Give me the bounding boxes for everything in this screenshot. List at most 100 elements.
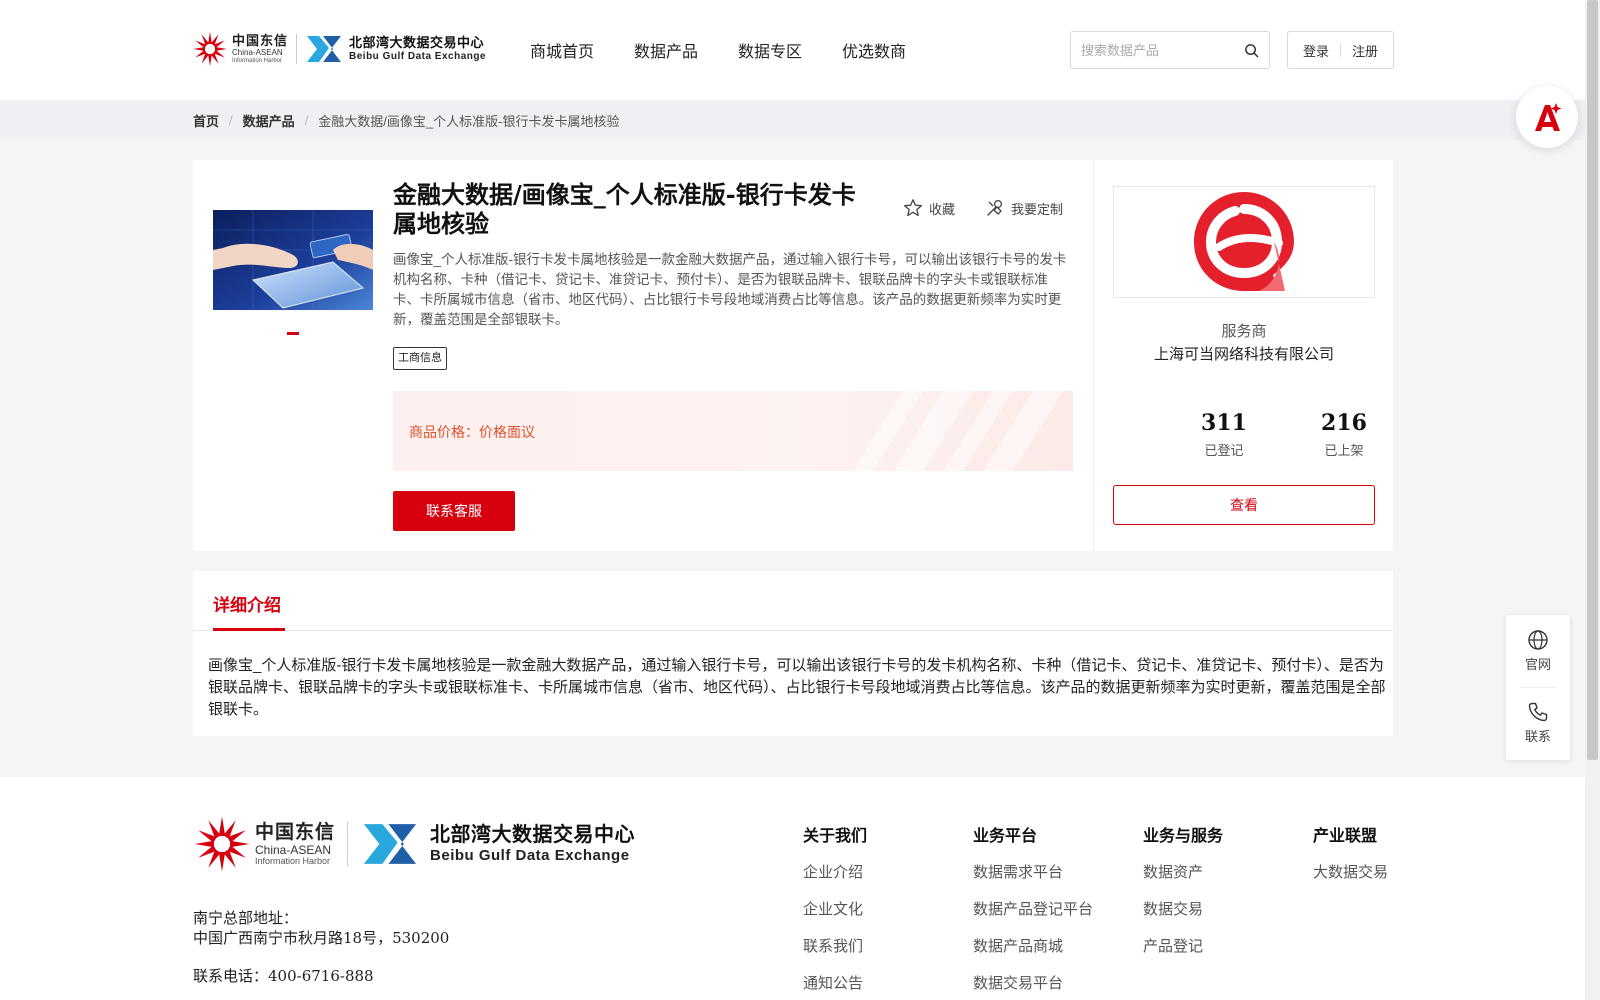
footer-ct-cn: 中国东信 [255, 821, 336, 843]
price-label: 商品价格： [409, 424, 479, 440]
footer-column-title: 业务平台 [973, 828, 1038, 845]
footer-beibu-icon [363, 824, 417, 864]
tab-active-indicator [213, 628, 285, 631]
product-description: 画像宝_个人标准版-银行卡发卡属地核验是一款金融大数据产品，通过输入银行卡号，可… [393, 252, 1067, 327]
customize-label: 我要定制 [1011, 201, 1064, 217]
product-tag: 工商信息 [393, 347, 447, 370]
breadcrumb-separator: / [304, 113, 309, 128]
float-divider [1520, 687, 1556, 688]
tab-detail[interactable]: 详细介绍 [213, 591, 281, 616]
listed-stat: 216 已上架 [1289, 410, 1399, 459]
breadcrumb-category[interactable]: 数据产品 [243, 111, 295, 130]
ct-logo-en2: Information Harbor [232, 58, 283, 64]
beibu-logo-icon [307, 36, 342, 62]
price-box: 商品价格：价格面议 [393, 391, 1073, 471]
listed-label: 已上架 [1324, 443, 1364, 458]
footer-link[interactable]: 数据需求平台 [973, 863, 1093, 883]
nav-item-data-zone[interactable]: 数据专区 [738, 38, 802, 62]
footer-beibu-cn: 北部湾大数据交易中心 [430, 824, 636, 846]
top-header: 中国东信 China-ASEAN Information Harbor 北部湾大… [0, 0, 1585, 100]
search-input[interactable] [1071, 32, 1231, 68]
footer-column-title: 关于我们 [803, 828, 868, 845]
footer-logo-divider [347, 822, 349, 866]
carousel-indicator[interactable] [287, 332, 299, 335]
login-link[interactable]: 登录 [1292, 41, 1340, 60]
provider-logo-icon [1194, 192, 1294, 291]
breadcrumb-current: 金融大数据/画像宝_个人标准版-银行卡发卡属地核验 [318, 114, 620, 129]
tools-icon [987, 199, 1003, 216]
footer-link[interactable]: 企业介绍 [803, 863, 867, 883]
detail-section: 详细介绍 画像宝_个人标准版-银行卡发卡属地核验是一款金融大数据产品，通过输入银… [193, 571, 1393, 736]
footer-link[interactable]: 数据资产 [1143, 863, 1223, 883]
official-site-link[interactable]: 官网 [1506, 629, 1570, 673]
globe-icon [1528, 630, 1548, 650]
registered-stat: 311 已登记 [1169, 410, 1279, 459]
breadcrumb-home[interactable]: 首页 [193, 111, 219, 130]
side-float-panel: 官网 联系 [1506, 615, 1570, 760]
ct-logo-en: China-ASEAN [232, 48, 283, 57]
footer-column-title: 业务与服务 [1143, 828, 1224, 845]
price-text: 商品价格：价格面议 [409, 422, 535, 442]
nav-item-preferred-vendors[interactable]: 优选数商 [842, 38, 906, 62]
breadcrumb-separator: / [229, 113, 233, 128]
ct-logo-cn: 中国东信 [232, 33, 289, 48]
beibu-logo-cn: 北部湾大数据交易中心 [349, 35, 485, 50]
beibu-logo-en: Beibu Gulf Data Exchange [349, 51, 487, 62]
nav-item-data-products[interactable]: 数据产品 [634, 38, 698, 62]
contact-service-button[interactable]: 联系客服 [393, 491, 515, 531]
footer-link[interactable]: 联系我们 [803, 937, 867, 957]
product-card: 金融大数据/画像宝_个人标准版-银行卡发卡属地核验 收藏 我要定制 画像宝_个人… [193, 160, 1393, 551]
footer-ct-en: China-ASEAN [255, 842, 332, 857]
footer-link[interactable]: 数据产品商城 [973, 937, 1093, 957]
auth-box: 登录 注册 [1287, 31, 1394, 69]
product-image[interactable] [213, 210, 373, 310]
breadcrumb-bar: 首页 / 数据产品 / 金融大数据/画像宝_个人标准版-银行卡发卡属地核验 [0, 100, 1585, 140]
search-icon[interactable] [1244, 43, 1259, 58]
registered-label: 已登记 [1204, 443, 1244, 458]
scrollbar-thumb[interactable] [1587, 0, 1598, 760]
footer-link[interactable]: 数据交易 [1143, 900, 1223, 920]
registered-count: 311 [1201, 410, 1247, 436]
footer-beibu-en: Beibu Gulf Data Exchange [430, 847, 630, 864]
listed-count: 216 [1321, 410, 1367, 436]
starburst-logo-icon [193, 32, 227, 66]
detail-text: 画像宝_个人标准版-银行卡发卡属地核验是一款金融大数据产品，通过输入银行卡号，可… [208, 657, 1386, 718]
footer-link[interactable]: 产品登记 [1143, 937, 1223, 957]
favorite-label: 收藏 [929, 201, 956, 217]
ai-assistant-icon [1535, 103, 1562, 131]
provider-logo[interactable] [1113, 186, 1375, 298]
register-link[interactable]: 注册 [1341, 41, 1389, 60]
breadcrumb: 首页 / 数据产品 / 金融大数据/画像宝_个人标准版-银行卡发卡属地核验 [193, 111, 619, 130]
ai-assistant-button[interactable] [1516, 86, 1578, 148]
phone-icon [1528, 702, 1548, 722]
footer-link[interactable]: 数据产品登记平台 [973, 900, 1093, 920]
site-logo[interactable]: 中国东信 China-ASEAN Information Harbor 北部湾大… [192, 28, 486, 70]
page-scrollbar[interactable] [1585, 0, 1600, 1000]
footer-ct-en2: Information Harbor [255, 855, 331, 866]
footer-link[interactable]: 企业文化 [803, 900, 867, 920]
provider-name: 上海可当网络科技有限公司 [1153, 346, 1334, 363]
favorite-button[interactable]: 收藏 [903, 198, 955, 218]
china-asean-logo: 中国东信 China-ASEAN Information Harbor [192, 31, 288, 67]
contact-link[interactable]: 联系 [1506, 701, 1570, 745]
nav-item-mall-home[interactable]: 商城首页 [530, 38, 594, 62]
footer-column-platform: 业务平台 数据需求平台 数据产品登记平台 数据产品商城 数据交易平台 [973, 822, 1093, 1000]
footer-phone: 联系电话：400-6716-888 [193, 967, 374, 985]
footer-column-alliance: 产业联盟 大数据交易 [1313, 822, 1388, 900]
customize-button[interactable]: 我要定制 [985, 198, 1063, 218]
footer-starburst-icon [194, 816, 250, 872]
price-box-decoration [853, 391, 1063, 471]
price-value: 价格面议 [479, 424, 535, 440]
footer-link[interactable]: 大数据交易 [1313, 863, 1388, 883]
footer-link[interactable]: 通知公告 [803, 974, 867, 994]
footer: 中国东信 China-ASEAN Information Harbor 北部湾大… [0, 777, 1585, 1000]
footer-address-label: 南宁总部地址： [193, 910, 299, 927]
footer-link[interactable]: 数据交易平台 [973, 974, 1093, 994]
view-provider-button[interactable]: 查看 [1113, 485, 1375, 525]
footer-address: 中国广西南宁市秋月路18号，530200 [193, 929, 450, 947]
footer-logo: 中国东信 China-ASEAN Information Harbor 北部湾大… [193, 815, 635, 873]
contact-label: 联系 [1524, 729, 1551, 744]
official-site-label: 官网 [1524, 657, 1551, 672]
product-title: 金融大数据/画像宝_个人标准版-银行卡发卡属地核验 [393, 180, 856, 238]
search-box [1070, 31, 1270, 69]
